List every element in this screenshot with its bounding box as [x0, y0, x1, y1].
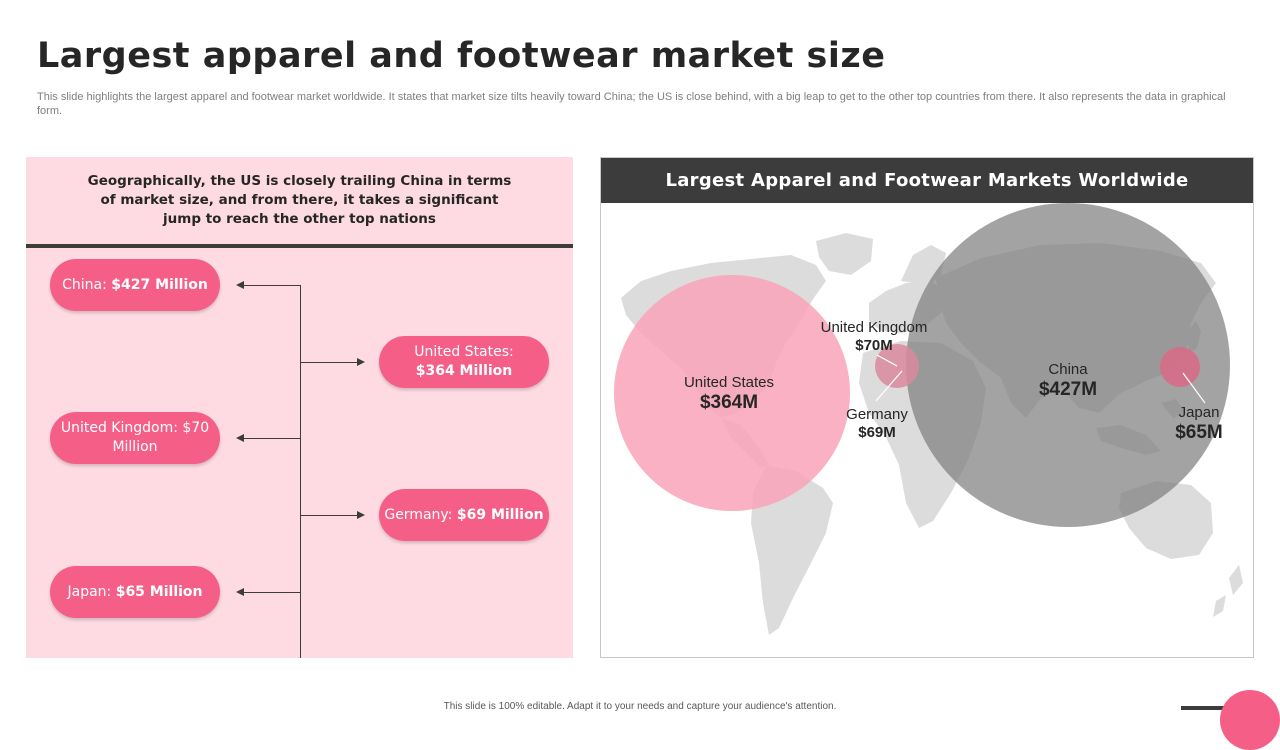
label-united-kingdom: United Kingdom $70M: [806, 319, 942, 355]
map-panel: Largest Apparel and Footwear Markets Wor…: [600, 157, 1254, 658]
pill-united-kingdom: United Kingdom: $70 Million: [50, 412, 220, 464]
label-japan: Japan $65M: [1159, 404, 1239, 444]
arrow-uk-icon: [236, 434, 244, 442]
market-size-panel: Geographically, the US is closely traili…: [26, 157, 573, 658]
bubble-japan: [1160, 347, 1200, 387]
arrow-china-icon: [236, 281, 244, 289]
pill-japan: Japan: $65 Million: [50, 566, 220, 618]
label-germany-name: Germany: [846, 406, 908, 423]
pill-china-label: China:: [62, 276, 107, 293]
connector-trunk: [300, 285, 301, 658]
pill-germany: Germany: $69 Million: [379, 489, 549, 541]
arrow-germany-icon: [357, 511, 365, 519]
label-uk-name: United Kingdom: [820, 319, 928, 336]
label-china-value: $427M: [1038, 379, 1098, 400]
label-united-states: United States $364M: [651, 374, 807, 414]
connector-uk: [244, 438, 301, 439]
pill-us-label: United States:: [414, 344, 514, 360]
page-title: Largest apparel and footwear market size: [37, 36, 886, 76]
pill-japan-label: Japan:: [67, 583, 112, 600]
label-us-value: $364M: [699, 392, 759, 413]
label-japan-value: $65M: [1175, 422, 1223, 443]
page-subtitle: This slide highlights the largest appare…: [37, 91, 1226, 117]
footer-note: This slide is 100% editable. Adapt it to…: [443, 701, 837, 712]
panel-header-text: Geographically, the US is closely traili…: [87, 173, 512, 227]
world-map: [614, 203, 1243, 635]
label-china-name: China: [1048, 361, 1088, 378]
pill-germany-value: $69 Million: [456, 506, 544, 523]
decorative-circle: [1220, 690, 1280, 750]
pill-china-value: $427 Million: [111, 276, 208, 293]
label-uk-value: $70M: [855, 337, 893, 354]
panel-header: Geographically, the US is closely traili…: [26, 157, 573, 248]
label-germany: Germany $69M: [827, 406, 927, 442]
connector-us: [300, 362, 358, 363]
pill-japan-value: $65 Million: [115, 583, 203, 600]
pill-us-value: $364 Million: [415, 363, 513, 379]
label-china: China $427M: [1001, 361, 1135, 401]
connector-japan: [244, 592, 301, 593]
label-japan-name: Japan: [1178, 404, 1220, 421]
connector-germany: [300, 515, 358, 516]
label-us-name: United States: [683, 374, 775, 391]
label-germany-value: $69M: [858, 424, 896, 441]
pill-germany-label: Germany:: [384, 506, 453, 523]
map-title: Largest Apparel and Footwear Markets Wor…: [601, 158, 1253, 203]
pill-united-states: United States: $364 Million: [379, 336, 549, 388]
arrow-japan-icon: [236, 588, 244, 596]
pill-china: China: $427 Million: [50, 259, 220, 311]
pill-uk-label: United Kingdom: $70: [60, 420, 210, 436]
pill-uk-value: Million: [112, 439, 158, 455]
arrow-us-icon: [357, 358, 365, 366]
connector-china: [244, 285, 301, 286]
